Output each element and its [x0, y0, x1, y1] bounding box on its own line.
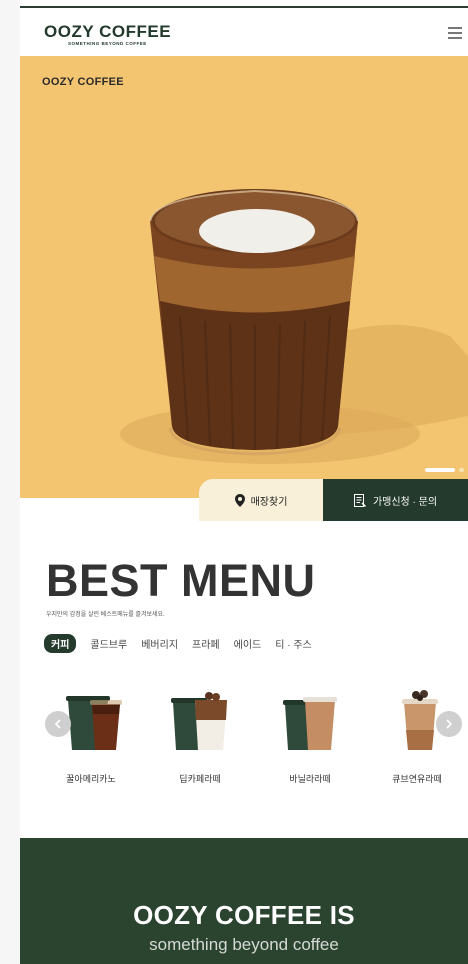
about-title: OOZY COFFEE IS [133, 900, 355, 930]
carousel-prev-button[interactable] [45, 711, 71, 737]
product-card[interactable]: 딥카페라떼 [145, 690, 255, 785]
tab-ade[interactable]: 에이드 [234, 636, 262, 651]
site-header: OOZY COFFEE SOMETHING BEYOND COFFEE [20, 8, 468, 56]
slide-dot-active[interactable] [425, 468, 455, 472]
chevron-right-icon [446, 719, 453, 729]
about-subtitle: something beyond coffee [149, 935, 339, 954]
hero-brand-title: OOZY COFFEE [42, 76, 124, 88]
logo[interactable]: OOZY COFFEE [44, 22, 171, 42]
product-card[interactable]: 바닐라라떼 [255, 690, 365, 785]
product-image [283, 697, 337, 750]
location-pin-icon [234, 493, 245, 507]
tab-cold-brew[interactable]: 콜드브루 [90, 636, 127, 651]
tab-frappe[interactable]: 프라페 [192, 636, 220, 651]
carousel-next-button[interactable] [436, 711, 462, 737]
store-finder-label: 매장찾기 [250, 496, 288, 508]
product-image [171, 692, 227, 750]
document-icon [353, 493, 366, 507]
slide-dot[interactable] [459, 468, 464, 472]
best-menu-description: 우지만의 감정을 살린 베스트메뉴를 즐겨보세요. [46, 612, 165, 618]
coffee-glass-image [120, 189, 468, 464]
store-finder-button[interactable]: 매장찾기 [199, 479, 323, 521]
about-section: OOZY COFFEE IS something beyond coffee [20, 838, 468, 964]
franchise-inquiry-button[interactable]: 가맹신청 · 문의 [323, 479, 468, 521]
logo-tagline: SOMETHING BEYOND COFFEE [68, 41, 147, 46]
best-menu-title: BEST MENU [46, 555, 316, 606]
tab-coffee[interactable]: 커피 [44, 634, 77, 653]
product-card[interactable]: 큐브연유라떼 [362, 690, 468, 785]
franchise-label: 가맹신청 · 문의 [372, 496, 438, 508]
product-name: 큐브연유라떼 [392, 774, 442, 784]
menu-category-tabs: 커피 콜드브루 베버리지 프라페 에이드 티 · 주스 [44, 634, 312, 653]
tab-beverage[interactable]: 베버리지 [141, 636, 178, 651]
left-margin [0, 0, 20, 964]
product-name: 꿀아메리카노 [66, 774, 116, 784]
hero-banner: OOZY COFFEE [20, 56, 468, 498]
product-name: 딥카페라떼 [179, 774, 221, 784]
hamburger-menu-icon[interactable] [448, 27, 462, 39]
product-name: 바닐라라떼 [289, 774, 331, 784]
product-card[interactable]: 꿀아메리카노 [36, 690, 146, 785]
chevron-left-icon [54, 719, 61, 729]
tab-tea-juice[interactable]: 티 · 주스 [275, 636, 312, 651]
slide-indicator[interactable] [425, 468, 464, 472]
